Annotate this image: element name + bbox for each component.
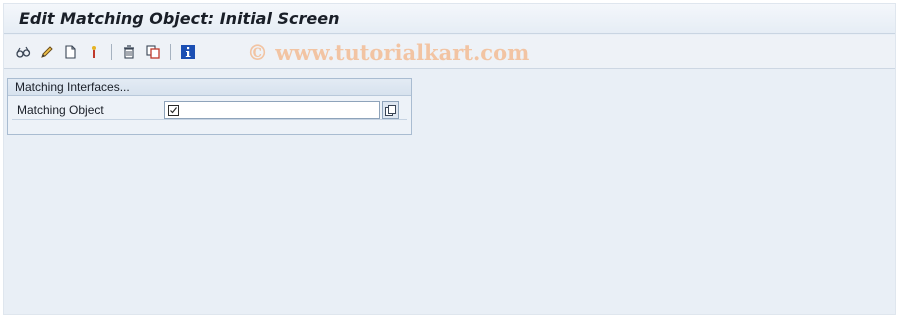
display-icon — [15, 44, 31, 63]
other-object-icon — [86, 44, 102, 63]
delete-trash-icon — [121, 44, 137, 63]
screen-title: Edit Matching Object: Initial Screen — [19, 9, 340, 28]
sap-screen: Edit Matching Object: Initial Screen © w… — [3, 3, 896, 315]
group-title: Matching Interfaces... — [15, 80, 130, 94]
title-bar: Edit Matching Object: Initial Screen — [4, 4, 895, 34]
info-icon — [180, 44, 196, 63]
create-document-icon — [62, 44, 78, 63]
copy-button[interactable] — [144, 44, 162, 62]
copy-icon — [145, 44, 161, 63]
matching-object-input[interactable] — [164, 101, 380, 119]
info-button[interactable] — [179, 44, 197, 62]
required-check-icon — [168, 105, 179, 116]
value-help-icon — [385, 104, 396, 116]
create-button[interactable] — [61, 44, 79, 62]
toolbar-separator — [111, 44, 112, 60]
display-button[interactable] — [14, 44, 32, 62]
matching-object-row: Matching Object — [12, 101, 407, 120]
watermark: © www.tutorialkart.com — [247, 40, 530, 65]
matching-object-label: Matching Object — [17, 103, 104, 117]
group-header: Matching Interfaces... — [8, 79, 411, 96]
matching-interfaces-group: Matching Interfaces... Matching Object — [7, 78, 412, 135]
delete-button[interactable] — [120, 44, 138, 62]
change-pencil-icon — [39, 44, 55, 63]
toolbar-separator — [170, 44, 171, 60]
change-button[interactable] — [38, 44, 56, 62]
other-object-button[interactable] — [85, 44, 103, 62]
value-help-button[interactable] — [382, 101, 399, 119]
